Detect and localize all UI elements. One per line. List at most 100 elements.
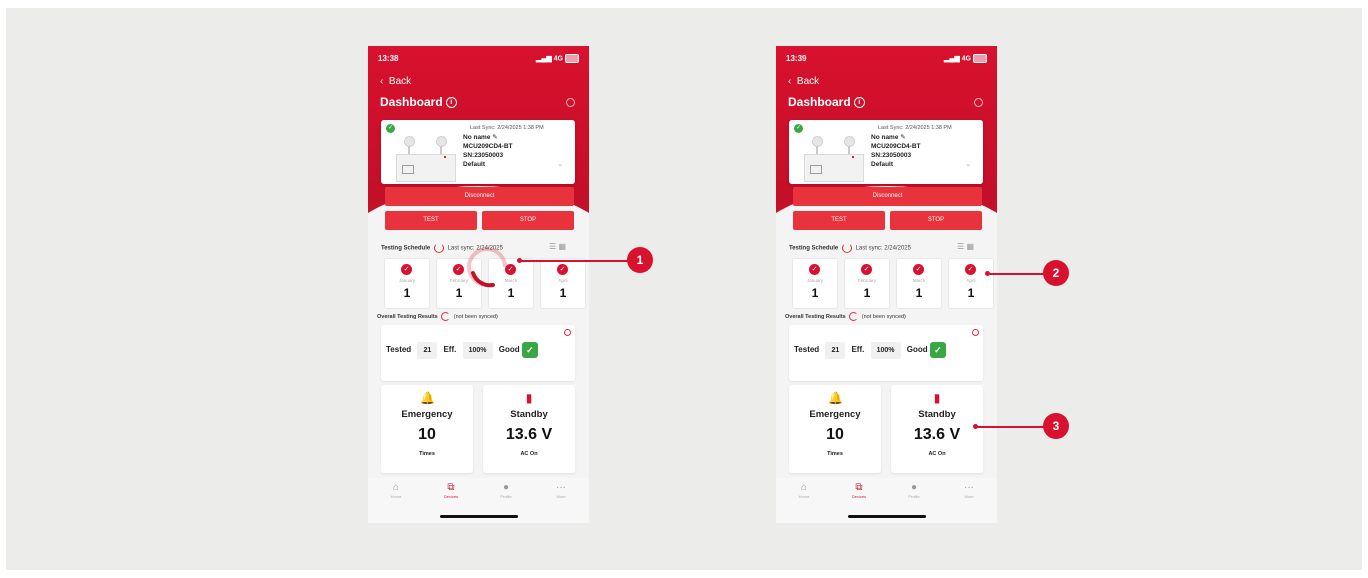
disconnect-button[interactable]: Disconnect [385,187,574,206]
status-bar: 13:39 ▂▄▆ 4G [786,54,987,66]
tab-devices[interactable]: ⧉ Devices [839,482,879,499]
sync-icon[interactable] [849,312,859,321]
tab-devices[interactable]: ⧉ Devices [431,482,471,499]
test-button[interactable]: TEST [793,211,885,230]
month-card-april[interactable]: ✓ April 1 [948,258,994,309]
month-count: 1 [559,286,567,300]
overall-label: Overall Testing Results [785,313,846,320]
tab-label: Home [798,494,810,499]
phone-screen-right: 13:39 ▂▄▆ 4G ‹ Back Dashboard i ✓ Last Sy… [776,46,997,523]
back-button[interactable]: ‹ Back [788,76,819,87]
stop-button[interactable]: STOP [890,211,982,230]
status-text: Good [498,345,520,355]
list-view-icon[interactable]: ☰ ▦ [549,242,566,251]
lamp-stem [440,146,442,154]
disconnect-button[interactable]: Disconnect [793,187,982,206]
sync-icon[interactable] [841,243,852,253]
month-card-march[interactable]: ✓ March 1 [896,258,942,309]
callout-badge-2: 2 [1043,260,1069,286]
back-button[interactable]: ‹ Back [380,76,411,87]
eff-label: Eff. [443,345,457,355]
good-check-icon: ✓ [521,342,538,358]
good-check-icon: ✓ [929,342,946,358]
tab-label: Devices [851,494,867,499]
sync-icon[interactable] [433,243,444,253]
device-vent-icon [402,165,414,174]
emergency-sub: Times [419,451,435,457]
back-label: Back [796,76,820,87]
device-card[interactable]: ✓ Last Sync: 2/24/2025 1:38 PM No name ✎… [789,120,983,184]
tested-label: Tested [794,345,820,355]
results-card: Tested 21 Eff. 100% Good ✓ [789,325,983,381]
month-card-january[interactable]: ✓ January 1 [792,258,838,309]
profile-select[interactable]: Default [871,160,971,169]
tab-more[interactable]: ··· More [541,482,581,499]
signal-indicator: ▂▄▆ 4G [944,54,987,63]
month-name: January [398,278,415,283]
battery-icon [973,54,987,63]
stop-button[interactable]: STOP [482,211,574,230]
check-icon: ✓ [913,264,924,275]
sync-icon[interactable] [441,312,451,321]
month-name: April [966,278,976,283]
close-circle-icon[interactable] [972,329,979,336]
device-image [396,132,456,182]
device-name: No name [871,134,899,141]
settings-icon[interactable] [566,98,575,107]
edit-pencil-icon[interactable]: ✎ [900,134,905,141]
emergency-card[interactable]: 🔔 Emergency 10 Times [381,385,473,473]
home-icon: ⌂ [800,482,808,493]
page-title-text: Dashboard [788,95,851,109]
standby-value: 13.6 V [913,426,961,443]
device-led [444,156,446,158]
results-row: Tested 21 Eff. 100% Good ✓ [794,342,946,360]
close-circle-icon[interactable] [564,329,571,336]
home-icon: ⌂ [392,482,400,493]
page-title: Dashboard i [788,95,865,109]
month-name: January [806,278,823,283]
month-card-february[interactable]: ✓ February 1 [844,258,890,309]
month-count: 1 [967,286,975,300]
tab-profile[interactable]: ● Profile [486,482,526,499]
tab-home[interactable]: ⌂ Home [784,482,824,499]
device-serial: SN:23050003 [463,152,504,159]
standby-card[interactable]: ▮ Standby 13.6 V AC On [891,385,983,473]
tab-label: More [556,494,566,499]
profile-select[interactable]: Default [463,160,563,169]
status-bar: 13:38 ▂▄▆ 4G [378,54,579,66]
eff-value: 100% [462,342,493,360]
tested-value: 21 [417,342,438,360]
chevron-left-icon: ‹ [788,76,792,87]
device-model: MCU209CD4-BT [871,143,921,150]
month-count: 1 [403,286,411,300]
test-button[interactable]: TEST [385,211,477,230]
device-name: No name [463,134,491,141]
standby-card[interactable]: ▮ Standby 13.6 V AC On [483,385,575,473]
overall-results-header: Overall Testing Results (not been synced… [785,312,906,321]
tab-profile[interactable]: ● Profile [894,482,934,499]
device-info: Last Sync: 2/24/2025 1:38 PM No name ✎ M… [871,124,971,169]
info-icon[interactable]: i [853,97,865,109]
check-icon: ✓ [965,264,976,275]
connected-check-icon: ✓ [386,124,395,133]
edit-pencil-icon[interactable]: ✎ [492,134,497,141]
check-icon: ✓ [557,264,568,275]
last-sync-text: Last Sync: 2/24/2025 1:38 PM [470,125,544,131]
tab-home[interactable]: ⌂ Home [376,482,416,499]
month-card-april[interactable]: ✓ April 1 [540,258,586,309]
person-icon: ● [502,482,510,493]
testing-schedule-header: Testing Schedule Last sync: 2/24/2025 ☰ … [789,242,989,253]
chevron-left-icon: ‹ [380,76,384,87]
tab-more[interactable]: ··· More [949,482,989,499]
settings-icon[interactable] [974,98,983,107]
month-card-january[interactable]: ✓ January 1 [384,258,430,309]
emergency-card[interactable]: 🔔 Emergency 10 Times [789,385,881,473]
info-icon[interactable]: i [445,97,457,109]
list-view-icon[interactable]: ☰ ▦ [957,242,974,251]
overall-label: Overall Testing Results [377,313,438,320]
last-sync-text: Last Sync: 2/24/2025 1:38 PM [878,125,952,131]
signal-indicator: ▂▄▆ 4G [536,54,579,63]
device-card[interactable]: ✓ Last Sync: 2/24/2025 1:38 PM No name ✎… [381,120,575,184]
status-time: 13:38 [378,54,399,63]
emergency-value: 10 [826,426,844,443]
